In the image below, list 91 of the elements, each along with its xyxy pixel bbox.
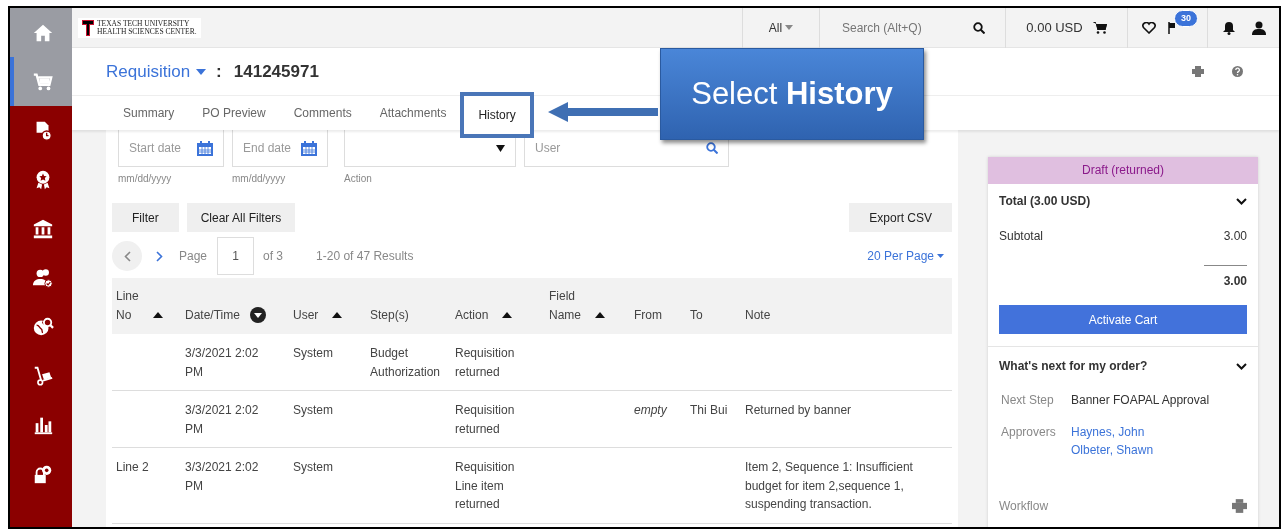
approver-link[interactable]: Haynes, John [1071,423,1154,441]
table-cell: Item 2, Sequence 1: Insufficient budget for item 2,sequence 1, suspending transaction. [745,460,913,511]
caret-icon [196,68,207,75]
people-check-icon [32,266,54,289]
title-separator: : [216,60,222,83]
next-step-label: Next Step [1000,392,1055,409]
tab[interactable]: Comments [279,96,366,130]
column-header[interactable]: From [634,305,662,324]
approver-link[interactable]: Olbeter, Shawn [1071,441,1154,459]
status-banner: Draft (returned) [988,157,1258,184]
export-csv-button[interactable]: Export CSV [849,203,952,232]
scope-dropdown[interactable]: All [768,18,794,37]
sort-up-icon [595,312,605,318]
search-icon [706,142,718,154]
logo-mark-icon [82,19,94,36]
search-field[interactable]: Search (Alt+Q) [840,17,973,38]
sort-up-icon [502,312,513,318]
column-header[interactable]: Note [745,305,771,324]
callout-box: Select History [660,48,924,140]
table-cell: Requisition returned [455,403,515,436]
next-step-value: Banner FOAPAL Approval [1071,392,1210,409]
action-label: Action [344,172,373,186]
search-icon [973,21,985,34]
page-field[interactable]: 1 [217,237,255,275]
hand-truck-icon [32,364,54,387]
page-label: Page [179,248,208,265]
date-format-hint: mm/dd/yyyy [232,172,287,186]
action-select[interactable] [344,130,516,167]
total-heading[interactable]: Total (3.00 USD) [999,192,1091,210]
workflow-label: Workflow [999,498,1049,515]
chevron-down-icon[interactable] [1236,362,1247,370]
date-format-hint: mm/dd/yyyy [118,172,173,186]
tab[interactable]: Attachments [365,96,461,130]
tab[interactable]: Summary [109,96,189,130]
chevron-down-icon[interactable] [1236,197,1247,205]
notification-badge: 30 [1174,9,1198,27]
subtotal-label: Subtotal [999,228,1044,245]
per-page-dropdown[interactable]: 20 Per Page [861,246,950,266]
filter-button[interactable]: Filter [112,203,179,232]
sort-up-icon [152,312,163,318]
heart-icon[interactable] [1142,21,1156,34]
column-header[interactable]: Step(s) [370,305,409,324]
sort-down-icon [249,307,266,323]
column-header[interactable]: To [690,305,703,324]
column-header[interactable]: Date/Time [185,305,240,324]
sort-up-icon [332,312,343,318]
calendar-icon [197,140,213,156]
chevron-left-icon [123,250,131,262]
bank-icon [32,217,54,240]
help-icon[interactable] [1232,66,1243,77]
column-header[interactable]: Action [455,305,489,324]
table-cell: Requisition Line item returned [455,460,515,511]
caret-icon [785,25,794,30]
user-icon[interactable] [1251,20,1266,35]
table-cell: Line 2 [116,460,149,474]
column-header[interactable]: Field Name [549,287,581,324]
table-cell: System [293,403,333,417]
column-header[interactable]: User [293,305,319,324]
table-cell: 3/3/2021 2:02 PM [185,460,259,493]
chevron-right-icon [156,250,163,262]
activate-cart-button[interactable]: Activate Cart [999,305,1247,334]
table-cell: Budget Authorization [370,346,441,379]
tab[interactable]: History [460,92,534,138]
next-steps-heading[interactable]: What's next for my order? [999,357,1148,375]
page-count: of 3 [263,248,284,265]
table-cell: Thi Bui [690,403,728,417]
approvers-label: Approvers [1000,424,1057,441]
cart-total[interactable]: 0.00 USD [1026,17,1083,38]
table-cell: System [293,346,333,360]
table-cell: Returned by banner [745,403,852,417]
calendar-icon [301,140,317,156]
table-cell: 3/3/2021 2:02 PM [185,346,259,379]
results-count: 1-20 of 47 Results [316,248,414,265]
column-header[interactable]: Line No [116,287,139,324]
subtotal-value: 3.00 [1223,228,1247,245]
caret-icon [937,254,944,258]
sidebar-item[interactable] [10,57,72,106]
table-cell: Requisition returned [455,346,515,379]
caret-icon [496,144,505,152]
cart-icon[interactable] [1092,21,1107,34]
table-cell: System [293,460,333,474]
requisition-number: 141245971 [233,60,319,83]
total-value: 3.00 [1222,273,1247,290]
table-cell: 3/3/2021 2:02 PM [185,403,259,436]
flag-icon[interactable] [1168,22,1176,35]
globe-search-icon [32,315,54,338]
tab[interactable]: PO Preview [188,96,280,130]
clear-filters-button[interactable]: Clear All Filters [186,203,296,232]
table-cell: empty [634,403,667,417]
bell-icon[interactable] [1221,20,1236,35]
doc-type-dropdown[interactable]: Requisition [106,58,207,85]
